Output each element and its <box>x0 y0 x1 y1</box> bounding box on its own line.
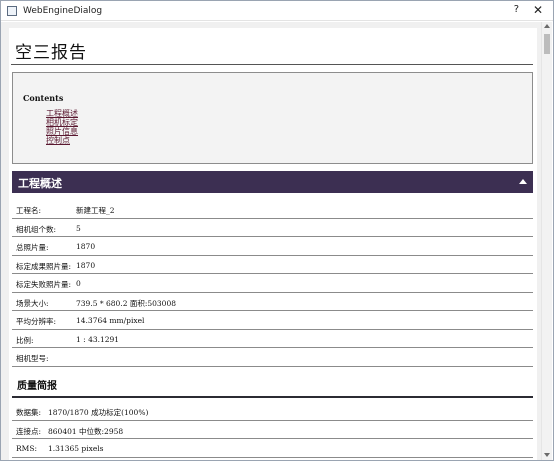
web-view: 空三报告 Contents 工程概述 相机标定 照片信息 控制点 工程概述 工程… <box>1 22 542 460</box>
scroll-down-arrow-icon[interactable] <box>544 453 550 457</box>
help-button[interactable]: ? <box>514 4 519 15</box>
table-row: 工程名: 新建工程_2 <box>12 200 533 219</box>
window-title: WebEngineDialog <box>23 5 103 16</box>
table-row: 标定成果照片量: 1870 <box>12 256 533 274</box>
row-label: 标定失败照片量: <box>16 280 72 289</box>
table-row: 数据集: 1870/1870 成功标定(100%) <box>12 402 533 421</box>
toc-link-photo-info[interactable]: 照片信息 <box>46 127 78 136</box>
vertical-scrollbar[interactable] <box>541 22 552 460</box>
row-value: 1870/1870 成功标定(100%) <box>48 408 149 417</box>
table-row: 平均分辨率: 14.3764 mm/pixel <box>12 311 533 330</box>
row-label: 平均分辨率: <box>16 317 57 326</box>
page-title: 空三报告 <box>15 43 87 63</box>
row-value: 5 <box>76 223 81 233</box>
contents-list: 工程概述 相机标定 照片信息 控制点 <box>46 109 78 145</box>
row-value: 1870 <box>76 260 96 270</box>
report-page: 空三报告 Contents 工程概述 相机标定 照片信息 控制点 工程概述 工程… <box>9 28 537 460</box>
title-bar: WebEngineDialog ? ✕ <box>1 1 553 21</box>
row-label: 比例: <box>16 335 34 345</box>
row-value: 新建工程_2 <box>76 206 115 215</box>
row-label: 场景大小: <box>16 298 49 308</box>
quality-table: 数据集: 1870/1870 成功标定(100%) 连接点: 860401 中位… <box>12 402 533 458</box>
table-row: 相机型号: <box>12 348 533 367</box>
table-row: 相机组个数: 5 <box>12 219 533 237</box>
row-label: 标定成果照片量: <box>16 261 72 271</box>
contents-heading: Contents <box>23 93 64 103</box>
row-label: 数据集: <box>16 408 42 417</box>
scroll-up-arrow-icon[interactable] <box>544 24 550 28</box>
row-value: 14.3764 mm/pixel <box>76 316 145 325</box>
overview-section-header[interactable]: 工程概述 <box>12 171 533 193</box>
table-row: 比例: 1 : 43.1291 <box>12 330 533 348</box>
table-row: 标定失败照片量: 0 <box>12 274 533 293</box>
table-row: RMS: 1.31365 pixels <box>12 439 533 458</box>
collapse-up-icon[interactable] <box>519 179 527 184</box>
table-row: 总照片量: 1870 <box>12 237 533 256</box>
overview-section-title: 工程概述 <box>18 177 62 190</box>
table-row: 连接点: 860401 中位数:2958 <box>12 421 533 439</box>
quality-section-title: 质量简报 <box>17 381 57 392</box>
row-value: 0 <box>76 279 81 288</box>
row-label: 连接点: <box>16 426 42 436</box>
toc-link-camera-calibration[interactable]: 相机标定 <box>46 118 78 127</box>
row-label: 相机组个数: <box>16 224 57 234</box>
table-of-contents: Contents 工程概述 相机标定 照片信息 控制点 <box>12 72 533 164</box>
table-row: 场景大小: 739.5 * 680.2 面积:503008 <box>12 293 533 311</box>
row-value: 860401 中位数:2958 <box>48 426 124 436</box>
scrollbar-thumb[interactable] <box>544 34 550 54</box>
row-value: 739.5 * 680.2 面积:503008 <box>76 298 177 308</box>
row-label: 工程名: <box>16 206 42 215</box>
row-value: 1870 <box>76 242 96 251</box>
toc-link-control-points[interactable]: 控制点 <box>46 136 78 145</box>
close-button[interactable]: ✕ <box>533 3 543 17</box>
row-label: 相机型号: <box>16 354 49 363</box>
app-window-icon <box>7 5 17 16</box>
title-divider <box>11 64 533 65</box>
overview-table: 工程名: 新建工程_2 相机组个数: 5 总照片量: 1870 标定成果照片量:… <box>12 200 533 367</box>
row-label: 总照片量: <box>16 243 49 252</box>
toc-link-overview[interactable]: 工程概述 <box>46 109 78 118</box>
row-value: 1 : 43.1291 <box>76 334 120 344</box>
row-label: RMS: <box>16 444 37 453</box>
webengine-dialog-window: WebEngineDialog ? ✕ 空三报告 Contents 工程概述 相… <box>0 0 554 461</box>
quality-divider <box>12 396 533 398</box>
row-value: 1.31365 pixels <box>48 444 104 453</box>
